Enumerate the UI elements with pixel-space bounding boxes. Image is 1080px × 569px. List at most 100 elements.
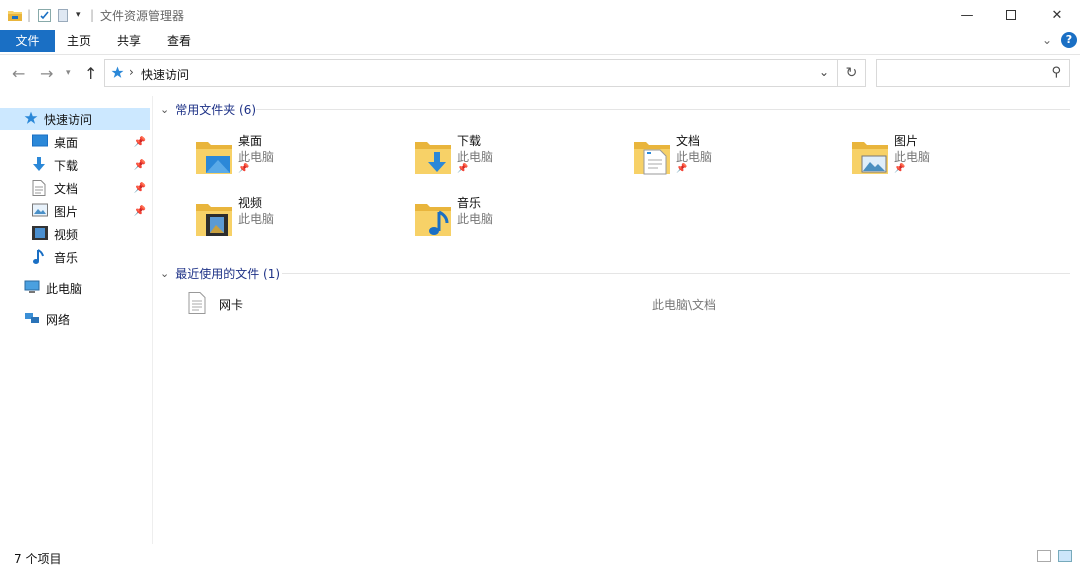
nav-item-downloads[interactable]: 下载 📌 — [32, 154, 150, 176]
up-arrow-icon[interactable]: ↑ — [84, 64, 97, 83]
nav-item-music[interactable]: 音乐 — [32, 246, 150, 268]
pin-icon: 📌 — [676, 164, 688, 174]
picture-folder-icon — [852, 142, 888, 174]
folder-name: 视频 — [238, 196, 263, 210]
tab-home[interactable]: 主页 — [60, 30, 98, 52]
desktop-icon — [32, 134, 48, 150]
nav-item-label: 图片 — [54, 204, 79, 219]
pin-icon[interactable]: 📌 — [134, 160, 146, 171]
network-icon — [24, 311, 40, 327]
folder-tile-videos[interactable]: 视频 此电脑 — [194, 194, 394, 246]
nav-item-this-pc[interactable]: 此电脑 — [24, 277, 150, 299]
navigation-bar: ← → ▾ ↑ › 快速访问 ⌄ ↻ ⚲ — [0, 58, 1080, 88]
folder-name: 图片 — [894, 134, 919, 148]
search-icon: ⚲ — [1051, 65, 1061, 80]
folder-name: 桌面 — [238, 134, 263, 148]
computer-icon — [24, 280, 40, 296]
music-icon — [32, 249, 48, 265]
maximize-icon — [1006, 10, 1016, 20]
nav-item-label: 桌面 — [54, 135, 79, 150]
folder-tile-music[interactable]: 音乐 此电脑 — [413, 194, 613, 246]
address-dropdown-icon[interactable]: ⌄ — [819, 65, 829, 79]
recent-file-row[interactable]: 网卡 此电脑\文档 — [188, 292, 1068, 314]
collapse-chevron-icon[interactable]: ⌄ — [160, 103, 169, 116]
nav-item-label: 网络 — [46, 312, 71, 327]
toolbar-separator: | — [90, 8, 95, 22]
nav-item-network[interactable]: 网络 — [24, 308, 150, 330]
properties-icon[interactable] — [38, 7, 51, 23]
recent-file-path: 此电脑\文档 — [652, 298, 717, 312]
nav-item-documents[interactable]: 文档 📌 — [32, 177, 150, 199]
document-icon — [32, 180, 48, 196]
folder-location: 此电脑 — [894, 150, 931, 164]
nav-item-quick-access[interactable]: 快速访问 — [0, 108, 150, 130]
nav-item-label: 文档 — [54, 181, 79, 196]
folder-location: 此电脑 — [238, 212, 275, 226]
download-folder-icon — [415, 142, 451, 174]
quick-access-star-icon — [111, 66, 124, 82]
video-icon — [32, 226, 48, 242]
frequent-folders-group[interactable]: ⌄ 常用文件夹 (6) — [160, 99, 1070, 119]
folder-tile-documents[interactable]: 文档 此电脑 📌 — [632, 132, 832, 184]
text-file-icon — [188, 292, 206, 314]
forward-arrow-icon[interactable]: → — [40, 64, 53, 83]
refresh-button[interactable]: ↻ — [838, 59, 866, 87]
group-heading: 常用文件夹 (6) — [175, 102, 257, 117]
nav-item-label: 视频 — [54, 227, 79, 242]
video-folder-icon — [196, 204, 232, 236]
status-bar: 7 个项目 — [0, 545, 1080, 569]
address-bar[interactable]: › 快速访问 ⌄ — [104, 59, 838, 87]
desktop-folder-icon — [196, 142, 232, 174]
item-count: 7 个项目 — [14, 552, 62, 566]
navigation-pane: 快速访问 桌面 📌 下载 📌 文档 📌 图片 📌 视频 音乐 此电脑 网络 — [0, 96, 153, 544]
toolbar-separator: | — [27, 8, 32, 22]
content-pane: ⌄ 常用文件夹 (6) 桌面 此电脑 📌 下载 此电脑 📌 文档 此电脑 📌 图… — [160, 96, 1070, 544]
title-bar: | ▾ | 文件资源管理器 — ✕ — [0, 0, 1080, 30]
nav-item-label: 音乐 — [54, 250, 79, 265]
group-divider — [282, 273, 1070, 274]
folder-tile-desktop[interactable]: 桌面 此电脑 📌 — [194, 132, 394, 184]
expand-ribbon-chevron-icon[interactable]: ⌄ — [1042, 33, 1052, 47]
recent-locations-dropdown-icon[interactable]: ▾ — [66, 68, 71, 78]
close-button[interactable]: ✕ — [1034, 0, 1080, 30]
nav-item-desktop[interactable]: 桌面 📌 — [32, 131, 150, 153]
folder-location: 此电脑 — [457, 212, 494, 226]
window-title: 文件资源管理器 — [100, 9, 185, 23]
nav-item-label: 此电脑 — [46, 281, 83, 296]
recent-files-group[interactable]: ⌄ 最近使用的文件 (1) — [160, 263, 1070, 283]
new-folder-icon[interactable] — [58, 7, 68, 23]
tab-share[interactable]: 共享 — [110, 30, 148, 52]
pin-icon: 📌 — [457, 164, 469, 174]
document-folder-icon — [634, 142, 670, 175]
folder-name: 音乐 — [457, 196, 482, 210]
folder-tile-downloads[interactable]: 下载 此电脑 📌 — [413, 132, 613, 184]
group-heading: 最近使用的文件 (1) — [175, 266, 281, 281]
minimize-button[interactable]: — — [944, 0, 990, 30]
collapse-chevron-icon[interactable]: ⌄ — [160, 267, 169, 280]
pin-icon[interactable]: 📌 — [134, 206, 146, 217]
large-icons-view-icon[interactable] — [1058, 550, 1072, 562]
quick-access-star-icon — [24, 111, 38, 128]
customize-toolbar-dropdown-icon[interactable]: ▾ — [76, 7, 81, 23]
help-button[interactable]: ? — [1061, 32, 1077, 48]
pin-icon: 📌 — [238, 164, 250, 174]
search-input[interactable]: ⚲ — [876, 59, 1070, 87]
back-arrow-icon[interactable]: ← — [12, 64, 25, 83]
details-view-icon[interactable] — [1037, 550, 1051, 562]
maximize-button[interactable] — [988, 0, 1034, 30]
tab-view[interactable]: 查看 — [160, 30, 198, 52]
pin-icon[interactable]: 📌 — [134, 183, 146, 194]
ribbon-tabs: 文件 主页 共享 查看 ⌄ ? — [0, 30, 1080, 55]
music-folder-icon — [415, 204, 451, 236]
folder-name: 下载 — [457, 134, 482, 148]
folder-tile-pictures[interactable]: 图片 此电脑 📌 — [850, 132, 1050, 184]
nav-item-pictures[interactable]: 图片 📌 — [32, 200, 150, 222]
folder-location: 此电脑 — [238, 150, 275, 164]
picture-icon — [32, 203, 48, 219]
breadcrumb-quick-access[interactable]: 快速访问 — [141, 66, 189, 83]
breadcrumb-chevron-icon[interactable]: › — [129, 65, 134, 79]
nav-item-videos[interactable]: 视频 — [32, 223, 150, 245]
tab-file[interactable]: 文件 — [0, 30, 55, 52]
pin-icon[interactable]: 📌 — [134, 137, 146, 148]
folder-location: 此电脑 — [676, 150, 713, 164]
